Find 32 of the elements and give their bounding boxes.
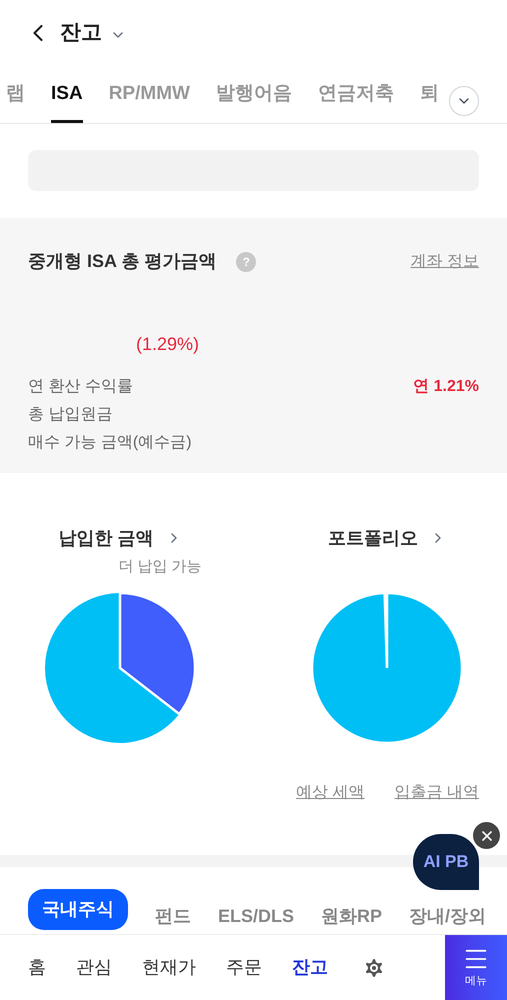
account-tab[interactable]: 연금저축 [318, 80, 394, 123]
ai-assistant-bubble[interactable]: AI PB [413, 834, 479, 890]
asset-tab[interactable]: 펀드 [155, 903, 191, 930]
asset-tab[interactable]: 국내주식 [28, 889, 128, 930]
account-tab[interactable]: 랩 [6, 80, 25, 123]
nav-tab[interactable]: 관심 [76, 954, 112, 981]
nav-tab[interactable]: 홈 [28, 954, 46, 981]
chart-title-link[interactable]: 포트폴리오 [328, 523, 446, 553]
chart-title-link[interactable]: 납입한 금액 [58, 523, 182, 553]
account-info-link[interactable]: 계좌 정보 [410, 250, 479, 274]
payment-note: 더 납입 가능 [117, 556, 202, 577]
asset-tab[interactable]: 장내/장외 [409, 903, 486, 930]
summary-label: 연 환산 수익률 [28, 377, 133, 397]
return-rate: (1.29%) [135, 333, 200, 356]
close-button[interactable] [473, 822, 500, 849]
text-link[interactable]: 입출금 내역 [394, 781, 479, 805]
text-link[interactable]: 예상 세액 [296, 781, 365, 805]
summary-label: 매수 가능 금액(예수금) [28, 433, 192, 453]
nav-tab[interactable]: 현재가 [142, 954, 196, 981]
account-tab[interactable]: ISA [51, 80, 83, 123]
menu-button[interactable]: 메뉴 [445, 934, 507, 1000]
account-tab[interactable]: 퇴 [420, 80, 439, 123]
account-tab[interactable]: RP/MMW [108, 80, 190, 123]
summary-label: 총 납입원금 [28, 405, 112, 425]
asset-tab[interactable]: ELS/DLS [218, 903, 294, 930]
page-title: 잔고 [60, 20, 102, 46]
summary-value: 연 1.21% [413, 377, 479, 397]
asset-tab[interactable]: 원화RP [321, 903, 382, 930]
nav-tab[interactable]: 주문 [226, 954, 262, 981]
nav-tab[interactable]: 잔고 [292, 954, 328, 981]
account-tab[interactable]: 발행어음 [216, 80, 292, 123]
summary-title: 중개형 ISA 총 평가금액 [28, 250, 216, 273]
